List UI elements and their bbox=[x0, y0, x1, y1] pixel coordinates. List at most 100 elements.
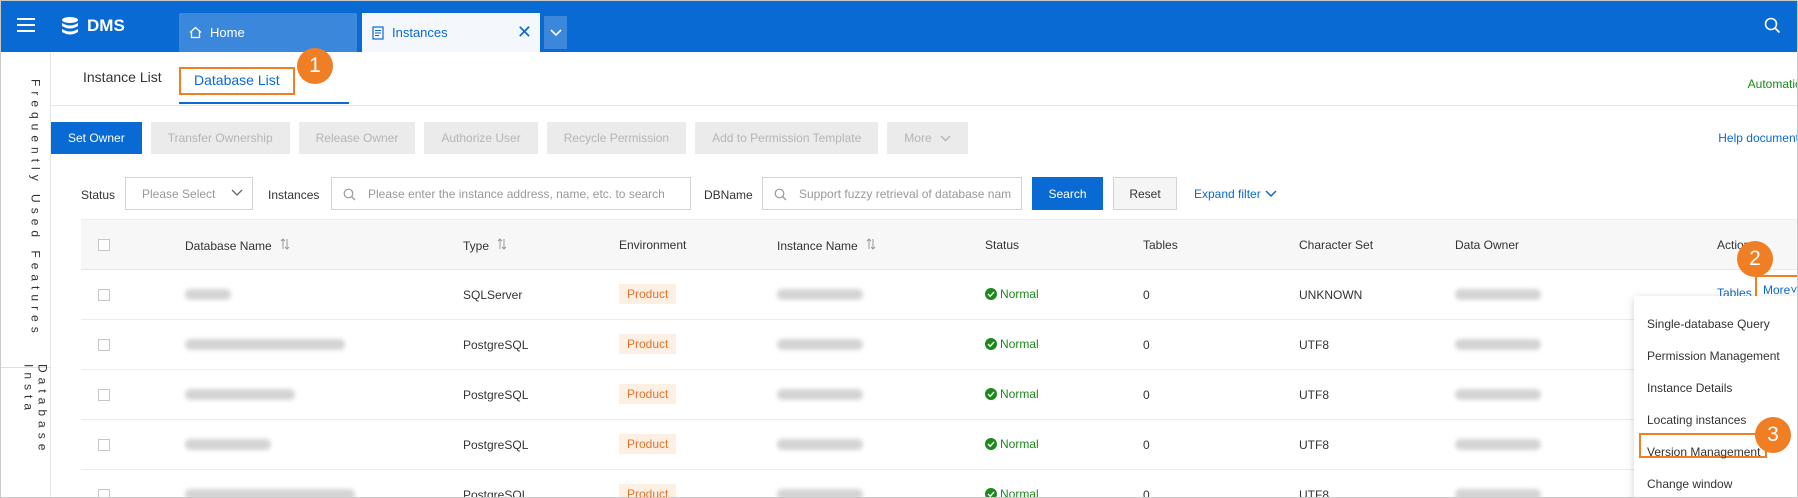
rail-database-instances[interactable]: Database Insta bbox=[1, 364, 51, 497]
set-owner-button[interactable]: Set Owner bbox=[51, 122, 142, 154]
status-normal: Normal bbox=[985, 437, 1039, 451]
column-instance-name[interactable]: Instance Name bbox=[777, 238, 876, 253]
sort-icon[interactable] bbox=[497, 238, 507, 253]
dms-window: DMS Home Instances ✕ Frequently Used Fea… bbox=[0, 0, 1798, 498]
column-database-name[interactable]: Database Name bbox=[185, 238, 290, 253]
column-type[interactable]: Type bbox=[463, 238, 507, 253]
rail-frequently-used[interactable]: Frequently Used Features bbox=[1, 79, 51, 359]
column-status: Status bbox=[985, 238, 1019, 252]
release-owner-button[interactable]: Release Owner bbox=[298, 122, 416, 154]
search-icon[interactable] bbox=[1764, 17, 1781, 39]
redacted-database-name bbox=[185, 439, 271, 450]
row-checkbox[interactable] bbox=[98, 489, 110, 497]
redacted-instance-name bbox=[777, 489, 863, 497]
cell-character-set: UTF8 bbox=[1299, 388, 1329, 402]
tab-instances[interactable]: Instances ✕ bbox=[362, 13, 540, 52]
table-row[interactable]: SQLServer Product Normal 0 UNKNOWN Table… bbox=[81, 270, 1797, 320]
status-label: Normal bbox=[1000, 337, 1039, 351]
redacted-database-name bbox=[185, 389, 295, 400]
redacted-instance-name bbox=[777, 339, 863, 350]
check-circle-icon bbox=[985, 288, 997, 300]
status-label: Normal bbox=[1000, 487, 1039, 498]
column-data-owner: Data Owner bbox=[1455, 238, 1519, 252]
reset-button[interactable]: Reset bbox=[1113, 177, 1177, 210]
environment-tag: Product bbox=[619, 384, 677, 404]
chevron-down-icon bbox=[231, 189, 243, 196]
menu-item-instance-details[interactable]: Instance Details bbox=[1647, 381, 1732, 395]
tab-home[interactable]: Home bbox=[179, 13, 357, 52]
row-checkbox[interactable] bbox=[98, 339, 110, 351]
status-filter-label: Status bbox=[81, 188, 116, 202]
cell-character-set: UTF8 bbox=[1299, 438, 1329, 452]
check-circle-icon bbox=[985, 438, 997, 450]
dbname-search-input[interactable]: Support fuzzy retrieval of database nam bbox=[762, 177, 1022, 210]
column-character-set-label: Character Set bbox=[1299, 238, 1374, 252]
status-label: Normal bbox=[1000, 387, 1039, 401]
home-icon bbox=[189, 26, 202, 39]
chevron-down-icon bbox=[940, 135, 951, 141]
menu-item-version-management[interactable]: Version Management bbox=[1647, 445, 1760, 459]
database-table: Database Name Type Environment Instance … bbox=[81, 219, 1797, 498]
automatic-notice[interactable]: Automatic i bbox=[1748, 77, 1797, 91]
tab-instance-list[interactable]: Instance List bbox=[83, 69, 162, 85]
status-normal: Normal bbox=[985, 287, 1039, 301]
redacted-data-owner bbox=[1455, 489, 1541, 497]
status-normal: Normal bbox=[985, 337, 1039, 351]
step-badge-3: 3 bbox=[1755, 417, 1791, 453]
status-label: Normal bbox=[1000, 437, 1039, 451]
menu-item-single-database-query[interactable]: Single-database Query bbox=[1647, 317, 1770, 331]
top-bar: DMS Home Instances ✕ bbox=[1, 1, 1797, 52]
expand-filter-link[interactable]: Expand filter bbox=[1194, 187, 1277, 201]
sort-icon[interactable] bbox=[866, 238, 876, 253]
menu-item-locating-instances[interactable]: Locating instances bbox=[1647, 413, 1746, 427]
redacted-instance-name bbox=[777, 389, 863, 400]
table-header: Database Name Type Environment Instance … bbox=[81, 220, 1797, 270]
select-all-checkbox[interactable] bbox=[98, 239, 110, 251]
row-checkbox[interactable] bbox=[98, 289, 110, 301]
close-icon[interactable]: ✕ bbox=[517, 23, 532, 41]
table-row[interactable]: PostgreSQL Product Normal 0 UTF8 bbox=[81, 470, 1797, 498]
instances-search-input[interactable]: Please enter the instance address, name,… bbox=[331, 177, 691, 210]
active-tab-underline bbox=[179, 102, 349, 104]
menu-icon[interactable] bbox=[17, 18, 35, 33]
table-row[interactable]: PostgreSQL Product Normal 0 UTF8 bbox=[81, 370, 1797, 420]
more-action-label: More bbox=[1763, 283, 1791, 297]
authorize-user-button[interactable]: Authorize User bbox=[424, 122, 538, 154]
add-to-permission-template-button[interactable]: Add to Permission Template bbox=[695, 122, 879, 154]
instances-filter-label: Instances bbox=[268, 188, 320, 202]
cell-tables: 0 bbox=[1143, 488, 1150, 498]
row-checkbox[interactable] bbox=[98, 439, 110, 451]
sort-icon[interactable] bbox=[280, 238, 290, 253]
tab-database-list[interactable]: Database List bbox=[179, 67, 295, 95]
cell-type: PostgreSQL bbox=[463, 338, 529, 352]
column-environment: Environment bbox=[619, 238, 686, 252]
dbname-filter-label: DBName bbox=[704, 188, 753, 202]
search-icon bbox=[774, 188, 787, 201]
menu-item-change-window[interactable]: Change window bbox=[1647, 477, 1732, 491]
table-row[interactable]: PostgreSQL Product Normal 0 UTF8 bbox=[81, 420, 1797, 470]
redacted-data-owner bbox=[1455, 389, 1541, 400]
cell-tables: 0 bbox=[1143, 438, 1150, 452]
tab-dropdown-button[interactable] bbox=[544, 16, 567, 49]
status-normal: Normal bbox=[985, 487, 1039, 498]
more-actions-button[interactable]: More bbox=[887, 122, 968, 154]
column-tables-label: Tables bbox=[1143, 238, 1178, 252]
cell-tables: 0 bbox=[1143, 288, 1150, 302]
row-checkbox[interactable] bbox=[98, 389, 110, 401]
status-select[interactable]: Please Select bbox=[125, 177, 253, 210]
transfer-ownership-button[interactable]: Transfer Ownership bbox=[150, 122, 290, 154]
dms-logo[interactable]: DMS bbox=[59, 13, 125, 39]
table-row[interactable]: PostgreSQL Product Normal 0 UTF8 bbox=[81, 320, 1797, 370]
tab-home-label: Home bbox=[210, 25, 245, 40]
redacted-instance-name bbox=[777, 439, 863, 450]
cell-character-set: UTF8 bbox=[1299, 488, 1329, 498]
recycle-permission-button[interactable]: Recycle Permission bbox=[546, 122, 687, 154]
redacted-data-owner bbox=[1455, 289, 1541, 300]
cell-character-set: UNKNOWN bbox=[1299, 288, 1363, 302]
cell-type: PostgreSQL bbox=[463, 488, 529, 498]
search-button[interactable]: Search bbox=[1032, 177, 1103, 210]
step-badge-1: 1 bbox=[297, 48, 333, 84]
menu-item-permission-management[interactable]: Permission Management bbox=[1647, 349, 1780, 363]
help-documentation-link[interactable]: Help documentat bbox=[1718, 131, 1797, 145]
environment-tag: Product bbox=[619, 434, 677, 454]
